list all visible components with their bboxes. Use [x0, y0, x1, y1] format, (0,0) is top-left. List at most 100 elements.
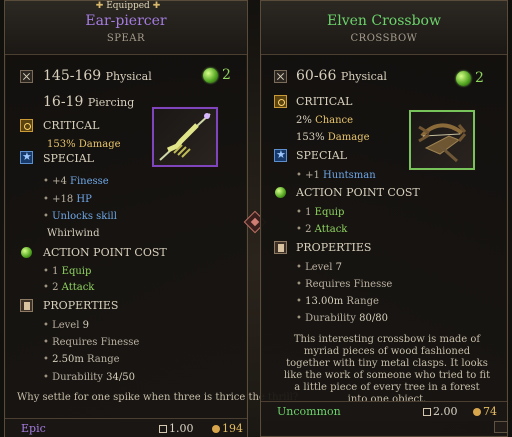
properties-label: PROPERTIES [296, 241, 372, 254]
level-row: • Level 9 [43, 319, 89, 333]
range-value: 13.00m [305, 296, 344, 307]
crossbow-image [418, 123, 467, 163]
bullet-icon: • [296, 313, 302, 324]
equip-cost-label: Equip [61, 266, 92, 277]
special-1-label: Finesse [70, 176, 109, 187]
critical-damage-value: 153% [296, 132, 325, 143]
weight-value: 1.00 [169, 422, 194, 435]
equip-cost: • 1 Equip [43, 265, 91, 279]
inventory-slot-icon [494, 421, 508, 433]
critical-icon [274, 95, 287, 108]
rarity-label: Uncommon [277, 405, 341, 418]
properties-icon [20, 299, 33, 312]
tooltip-header: ✚ Equipped ✚ Ear-piercer SPEAR [5, 1, 247, 55]
item-name: Elven Crossbow [327, 13, 441, 29]
tooltip-equipped-item: ✚ Equipped ✚ Ear-piercer SPEAR 145-169 P… [4, 0, 298, 437]
bullet-icon: • [296, 224, 302, 235]
item-image [409, 110, 475, 170]
tooltip-compared-item: Elven Crossbow CROSSBOW 60-66 Physical 2… [260, 0, 508, 437]
action-point-icon [274, 186, 287, 199]
properties-icon [274, 241, 287, 254]
critical-chance-value: 2% [296, 115, 312, 126]
weight-value: 2.00 [433, 405, 458, 418]
special-1: • +1 Huntsman [296, 169, 376, 183]
physical-damage-type: Physical [340, 70, 387, 83]
attack-cost: • 2 Attack [296, 223, 347, 237]
bullet-icon: • [43, 194, 49, 205]
bullet-icon: • [296, 170, 302, 181]
properties-label: PROPERTIES [43, 299, 119, 312]
physical-damage: 60-66 Physical [296, 69, 387, 84]
action-point-icon [20, 246, 33, 259]
bullet-icon: • [43, 211, 49, 222]
physical-damage-value: 145-169 [43, 68, 102, 84]
level-label: Level [305, 262, 333, 273]
sword-icon [274, 70, 287, 83]
level-value: 7 [335, 262, 342, 273]
critical-damage-value: 153% [47, 139, 76, 150]
ap-value: 2 [222, 67, 231, 83]
gold-amount: 194 [222, 422, 243, 435]
critical-damage-label: Damage [78, 139, 121, 150]
durability-label: Durability [305, 313, 356, 324]
special-1-value: +1 [305, 170, 320, 181]
piercing-damage-type: Piercing [87, 96, 135, 109]
physical-damage-type: Physical [105, 70, 152, 83]
equip-cost-value: 1 [52, 266, 59, 277]
critical-damage: 153% Damage [296, 131, 370, 145]
equipped-tag: ✚ Equipped ✚ [93, 1, 163, 12]
flavor-text: Why settle for one spike when three is t… [17, 392, 299, 403]
special-2-value: +18 [52, 194, 74, 205]
bullet-icon: • [43, 354, 49, 365]
level-row: • Level 7 [296, 261, 342, 275]
special-2-label: HP [76, 194, 92, 205]
item-description: This interesting crossbow is made of myr… [283, 334, 491, 405]
special-1-label: Huntsman [323, 170, 376, 181]
equipped-label: Equipped [106, 1, 150, 11]
spear-image [159, 113, 211, 161]
attack-cost: • 2 Attack [43, 281, 94, 295]
bullet-icon: • [43, 282, 49, 293]
action-point-icon [456, 71, 471, 86]
bullet-icon: • [296, 207, 302, 218]
coin-icon [473, 408, 481, 416]
special-3-value: Whirlwind [47, 228, 100, 239]
durability-value: 34/50 [106, 372, 135, 383]
star-icon [20, 150, 33, 164]
bullet-icon: • [296, 296, 302, 307]
piercing-damage-value: 16-19 [43, 94, 84, 110]
tooltip-footer: Uncommon 2.00 74 [261, 401, 507, 421]
weight: 1.00 [159, 422, 194, 435]
equip-cost: • 1 Equip [296, 206, 344, 220]
range-row: • 2.50m Range [43, 353, 120, 367]
requires-row: • Requires Finesse [296, 278, 392, 292]
special-2: • +18 HP [43, 193, 92, 207]
critical-label: CRITICAL [296, 95, 353, 108]
equipped-right-icon: ✚ [152, 1, 161, 11]
item-image [152, 107, 218, 167]
critical-damage: 153% Damage [47, 138, 121, 152]
action-point-cost-label: ACTION POINT COST [43, 246, 167, 259]
physical-damage-value: 60-66 [296, 68, 337, 84]
special-3-label: Unlocks skill [52, 211, 117, 222]
item-type: CROSSBOW [350, 33, 418, 44]
coin-icon [212, 425, 220, 433]
bullet-icon: • [296, 262, 302, 273]
action-point-icon [203, 68, 218, 83]
range-label: Range [87, 354, 120, 365]
requires-label: Requires Finesse [52, 337, 140, 348]
weight-icon [159, 425, 167, 433]
level-label: Level [52, 320, 80, 331]
star-icon [274, 148, 287, 162]
attack-cost-label: Attack [314, 224, 348, 235]
bullet-icon: • [43, 176, 49, 187]
equip-cost-label: Equip [314, 207, 345, 218]
durability-row: • Durability 80/80 [296, 312, 388, 326]
gold-value: 194 [212, 422, 243, 435]
gold-value: 74 [473, 405, 497, 418]
requires-row: • Requires Finesse [43, 336, 139, 350]
attack-cost-value: 2 [52, 282, 59, 293]
range-row: • 13.00m Range [296, 295, 379, 309]
special-1: • +4 Finesse [43, 175, 109, 189]
physical-damage: 145-169 Physical [43, 69, 152, 84]
